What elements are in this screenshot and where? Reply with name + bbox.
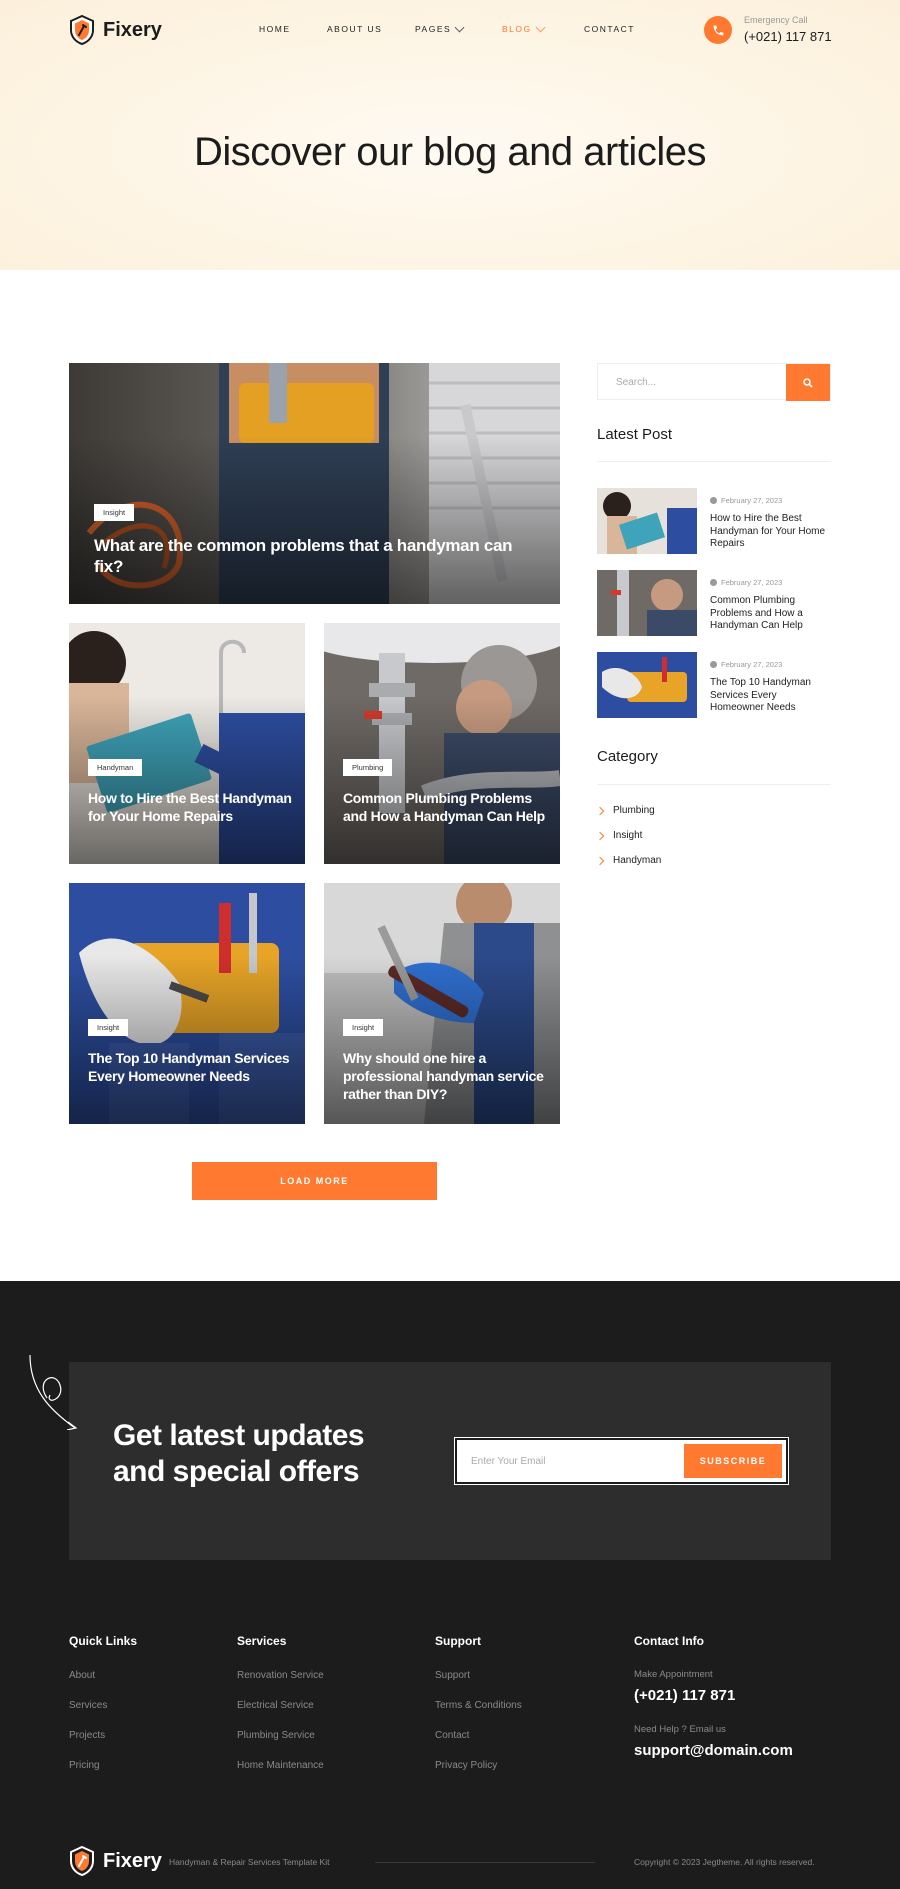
search-form: Search...	[597, 363, 831, 401]
nav-pages[interactable]: PAGES	[415, 22, 465, 34]
brand-name: Fixery	[103, 1849, 162, 1872]
post-title[interactable]: Common Plumbing Problems and How a Handy…	[343, 789, 548, 825]
category-item[interactable]: Insight	[595, 830, 642, 841]
nav-blog-label[interactable]: BLOG	[502, 24, 532, 34]
footer-link[interactable]: Support	[435, 1670, 470, 1681]
post-title[interactable]: The Top 10 Handyman Services Every Homeo…	[88, 1049, 293, 1085]
chevron-down-icon	[535, 22, 546, 32]
page-title: Discover our blog and articles	[194, 130, 706, 174]
post-tag[interactable]: Plumbing	[343, 759, 393, 776]
footer-link[interactable]: Terms & Conditions	[435, 1700, 522, 1711]
footer-support-heading: Support	[435, 1634, 481, 1648]
footer-phone[interactable]: (+021) 117 871	[634, 1687, 735, 1704]
post-card-featured[interactable]: Insight What are the common problems tha…	[69, 363, 560, 604]
post-card[interactable]: Handyman How to Hire the Best Handyman f…	[69, 623, 305, 864]
category-label[interactable]: Plumbing	[613, 805, 655, 816]
latest-post-title[interactable]: Common Plumbing Problems and How a Handy…	[710, 595, 830, 633]
latest-post-item[interactable]: February 27, 2023 Common Plumbing Proble…	[597, 570, 831, 636]
post-tag[interactable]: Handyman	[88, 759, 143, 776]
nav-home-label[interactable]: HOME	[259, 24, 291, 34]
category-heading: Category	[597, 748, 658, 765]
category-item[interactable]: Handyman	[595, 855, 661, 866]
footer-tagline: Handyman & Repair Services Template Kit	[169, 1857, 330, 1867]
post-tag[interactable]: Insight	[88, 1019, 129, 1036]
latest-post-thumbnail[interactable]	[597, 488, 697, 554]
chevron-down-icon	[454, 22, 465, 32]
phone-icon[interactable]	[704, 16, 732, 44]
post-date: February 27, 2023	[721, 660, 783, 669]
divider	[597, 461, 831, 462]
category-label[interactable]: Insight	[613, 830, 642, 841]
search-input[interactable]: Search...	[616, 377, 656, 388]
latest-post-thumbnail[interactable]	[597, 570, 697, 636]
footer-services-heading: Services	[237, 1634, 287, 1648]
chevron-right-icon	[595, 831, 605, 840]
footer-link[interactable]: Electrical Service	[237, 1700, 314, 1711]
search-icon	[803, 377, 813, 388]
clock-icon	[710, 497, 717, 504]
email-help-label: Need Help ? Email us	[634, 1724, 726, 1735]
chevron-right-icon	[595, 856, 605, 865]
footer-link[interactable]: About	[69, 1670, 95, 1681]
newsletter-title: Get latest updates and special offers	[113, 1419, 365, 1488]
nav-about[interactable]: ABOUT US	[327, 24, 382, 34]
shield-logo-icon	[70, 1846, 94, 1876]
latest-post-heading: Latest Post	[597, 426, 673, 443]
footer-link[interactable]: Projects	[69, 1730, 105, 1741]
latest-post-title[interactable]: The Top 10 Handyman Services Every Homeo…	[710, 677, 830, 715]
footer-link[interactable]: Contact	[435, 1730, 469, 1741]
post-card[interactable]: Plumbing Common Plumbing Problems and Ho…	[324, 623, 560, 864]
latest-post-item[interactable]: February 27, 2023 The Top 10 Handyman Se…	[597, 652, 831, 718]
emergency-label: Emergency Call	[744, 15, 808, 25]
footer-contact-heading: Contact Info	[634, 1634, 704, 1648]
footer-link[interactable]: Renovation Service	[237, 1670, 324, 1681]
post-tag[interactable]: Insight	[94, 504, 135, 521]
decorative-arrow-icon	[29, 1354, 78, 1430]
nav-contact-label[interactable]: CONTACT	[584, 24, 635, 34]
footer-link[interactable]: Plumbing Service	[237, 1730, 315, 1741]
post-card[interactable]: Insight Why should one hire a profession…	[324, 883, 560, 1124]
latest-post-item[interactable]: February 27, 2023 How to Hire the Best H…	[597, 488, 831, 554]
header-logo[interactable]: Fixery	[69, 15, 162, 45]
load-more-button[interactable]: LOAD MORE	[192, 1162, 437, 1200]
brand-name: Fixery	[103, 18, 162, 41]
post-card[interactable]: Insight The Top 10 Handyman Services Eve…	[69, 883, 305, 1124]
footer-link[interactable]: Pricing	[69, 1760, 100, 1771]
post-title[interactable]: What are the common problems that a hand…	[94, 535, 514, 577]
post-title[interactable]: Why should one hire a professional handy…	[343, 1049, 548, 1103]
newsletter-form: Enter Your Email SUBSCRIBE	[454, 1437, 789, 1485]
divider	[597, 784, 831, 785]
category-item[interactable]: Plumbing	[595, 805, 655, 816]
clock-icon	[710, 661, 717, 668]
divider	[375, 1862, 595, 1863]
nav-pages-label[interactable]: PAGES	[415, 24, 451, 34]
footer-link[interactable]: Home Maintenance	[237, 1760, 324, 1771]
nav-blog[interactable]: BLOG	[502, 22, 546, 34]
emergency-number[interactable]: (+021) 117 871	[744, 29, 832, 44]
latest-post-title[interactable]: How to Hire the Best Handyman for Your H…	[710, 513, 830, 551]
search-button[interactable]	[786, 364, 830, 401]
shield-logo-icon	[70, 15, 94, 45]
latest-post-thumbnail[interactable]	[597, 652, 697, 718]
nav-contact[interactable]: CONTACT	[584, 24, 635, 34]
footer-quick-links-heading: Quick Links	[69, 1634, 138, 1648]
post-date: February 27, 2023	[721, 496, 783, 505]
email-input[interactable]: Enter Your Email	[471, 1456, 546, 1467]
post-tag[interactable]: Insight	[343, 1019, 384, 1036]
category-label[interactable]: Handyman	[613, 855, 661, 866]
appointment-label: Make Appointment	[634, 1669, 713, 1680]
footer-link[interactable]: Services	[69, 1700, 107, 1711]
clock-icon	[710, 579, 717, 586]
nav-home[interactable]: HOME	[259, 24, 291, 34]
copyright: Copyright © 2023 Jegtheme. All rights re…	[634, 1857, 815, 1867]
footer-email[interactable]: support@domain.com	[634, 1742, 793, 1759]
subscribe-button[interactable]: SUBSCRIBE	[684, 1444, 782, 1478]
nav-about-label[interactable]: ABOUT US	[327, 24, 382, 34]
post-date: February 27, 2023	[721, 578, 783, 587]
footer-logo[interactable]: Fixery	[69, 1846, 162, 1876]
chevron-right-icon	[595, 806, 605, 815]
post-title[interactable]: How to Hire the Best Handyman for Your H…	[88, 789, 293, 825]
footer-link[interactable]: Privacy Policy	[435, 1760, 497, 1771]
